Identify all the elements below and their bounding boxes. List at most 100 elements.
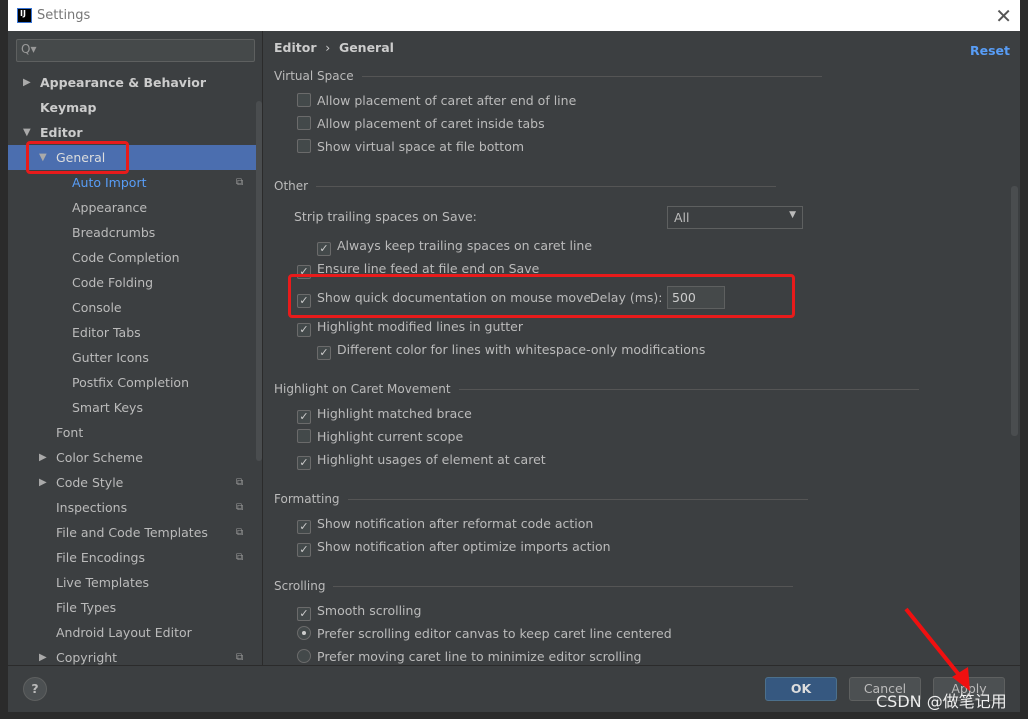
sidebar-item-android-layout-editor[interactable]: Android Layout Editor bbox=[8, 620, 256, 645]
sidebar-item-label: Android Layout Editor bbox=[56, 625, 192, 640]
highlight-box-general bbox=[26, 141, 129, 174]
option-c1[interactable]: ✓ Highlight matched brace bbox=[297, 405, 472, 424]
option-o4[interactable]: ✓ Highlight modified lines in gutter bbox=[297, 318, 523, 337]
option-label: Allow placement of caret after end of li… bbox=[317, 93, 577, 108]
section-virtual-space: Virtual Space bbox=[274, 69, 819, 83]
sidebar-item-breadcrumbs[interactable]: Breadcrumbs bbox=[8, 220, 256, 245]
section-formatting: Formatting bbox=[274, 492, 805, 506]
ok-button[interactable]: OK bbox=[765, 677, 837, 701]
checkbox[interactable]: ✓ bbox=[297, 456, 311, 470]
breadcrumb: Editor › General bbox=[274, 40, 394, 55]
option-vs3[interactable]: Show virtual space at file bottom bbox=[297, 138, 524, 156]
sidebar-item-label: Editor Tabs bbox=[72, 325, 141, 340]
sidebar-item-label: Code Folding bbox=[72, 275, 154, 290]
project-settings-icon: ⧉ bbox=[236, 527, 244, 538]
watermark: CSDN @做笔记用 bbox=[876, 692, 1007, 711]
option-s3[interactable]: Prefer moving caret line to minimize edi… bbox=[297, 648, 641, 664]
checkbox[interactable] bbox=[297, 139, 311, 153]
sidebar-item-label: Gutter Icons bbox=[72, 350, 149, 365]
option-label: Show notification after optimize imports… bbox=[317, 539, 611, 554]
project-settings-icon: ⧉ bbox=[236, 502, 244, 513]
sidebar-item-console[interactable]: Console bbox=[8, 295, 256, 320]
sidebar-item-font[interactable]: Font bbox=[8, 420, 256, 445]
project-settings-icon: ⧉ bbox=[236, 552, 244, 563]
option-vs1[interactable]: Allow placement of caret after end of li… bbox=[297, 92, 576, 110]
option-label: Highlight usages of element at caret bbox=[317, 452, 546, 467]
checkbox[interactable] bbox=[297, 93, 311, 107]
sidebar-item-code-style[interactable]: ▶ Code Style ⧉ bbox=[8, 470, 256, 495]
project-settings-icon: ⧉ bbox=[236, 177, 244, 188]
sidebar-item-appearance-behavior[interactable]: ▶ Appearance & Behavior bbox=[8, 70, 256, 95]
option-label: Highlight current scope bbox=[317, 429, 464, 444]
collapsed-arrow-icon[interactable]: ▶ bbox=[39, 445, 47, 470]
breadcrumb-editor[interactable]: Editor bbox=[274, 40, 317, 55]
chevron-down-icon: ▼ bbox=[789, 210, 796, 220]
option-s2[interactable]: Prefer scrolling editor canvas to keep c… bbox=[297, 625, 672, 643]
strip-trailing-dropdown[interactable]: All ▼ bbox=[667, 206, 803, 229]
help-button[interactable]: ? bbox=[23, 677, 47, 701]
dialog-footer: ? OK Cancel Apply bbox=[8, 665, 1020, 712]
strip-trailing-label: Strip trailing spaces on Save: bbox=[294, 209, 477, 224]
settings-dialog: IJ Settings ✕ Q▾ ▶ Appearance & Behavior K… bbox=[8, 0, 1020, 712]
highlight-box bbox=[288, 274, 795, 318]
option-vs2[interactable]: Allow placement of caret inside tabs bbox=[297, 115, 545, 133]
checkbox[interactable] bbox=[297, 429, 311, 443]
sidebar-item-file-types[interactable]: File Types bbox=[8, 595, 256, 620]
sidebar-item-label: Appearance & Behavior bbox=[40, 75, 206, 90]
sidebar-item-editor-tabs[interactable]: Editor Tabs bbox=[8, 320, 256, 345]
sidebar-item-code-completion[interactable]: Code Completion bbox=[8, 245, 256, 270]
annotation-arrow-icon bbox=[904, 607, 970, 691]
settings-sidebar: Q▾ ▶ Appearance & Behavior Keymap ▼ Editor ▼ G… bbox=[8, 31, 263, 665]
sidebar-item-keymap[interactable]: Keymap bbox=[8, 95, 256, 120]
checkbox[interactable]: ✓ bbox=[297, 323, 311, 337]
sidebar-item-color-scheme[interactable]: ▶ Color Scheme bbox=[8, 445, 256, 470]
sidebar-item-inspections[interactable]: Inspections ⧉ bbox=[8, 495, 256, 520]
sidebar-item-label: Code Style bbox=[56, 475, 124, 490]
checkbox[interactable]: ✓ bbox=[317, 242, 331, 256]
option-label: Show virtual space at file bottom bbox=[317, 139, 525, 154]
option-label: Smooth scrolling bbox=[317, 603, 422, 618]
checkbox[interactable] bbox=[297, 116, 311, 130]
checkbox[interactable]: ✓ bbox=[297, 520, 311, 534]
option-c2[interactable]: Highlight current scope bbox=[297, 428, 463, 446]
option-label: Highlight matched brace bbox=[317, 406, 472, 421]
collapsed-arrow-icon[interactable]: ▶ bbox=[23, 70, 31, 95]
option-label: Prefer scrolling editor canvas to keep c… bbox=[317, 626, 672, 641]
sidebar-item-appearance[interactable]: Appearance bbox=[8, 195, 256, 220]
search-input[interactable]: Q▾ bbox=[16, 39, 255, 62]
checkbox[interactable]: ✓ bbox=[317, 346, 331, 360]
radio-button[interactable] bbox=[297, 649, 311, 663]
content-scrollbar[interactable] bbox=[1011, 186, 1018, 436]
option-o1[interactable]: ✓ Always keep trailing spaces on caret li… bbox=[317, 237, 593, 256]
option-o5[interactable]: ✓ Different color for lines with whitespa… bbox=[317, 341, 705, 360]
reset-link[interactable]: Reset bbox=[970, 43, 1010, 58]
sidebar-item-live-templates[interactable]: Live Templates bbox=[8, 570, 256, 595]
sidebar-item-file-encodings[interactable]: File Encodings ⧉ bbox=[8, 545, 256, 570]
checkbox[interactable]: ✓ bbox=[297, 543, 311, 557]
option-label: Show notification after reformat code ac… bbox=[317, 516, 594, 531]
title-bar: IJ Settings ✕ bbox=[8, 0, 1020, 31]
sidebar-item-code-folding[interactable]: Code Folding bbox=[8, 270, 256, 295]
checkbox[interactable]: ✓ bbox=[297, 607, 311, 621]
sidebar-item-label: Postfix Completion bbox=[72, 375, 189, 390]
sidebar-scrollbar[interactable] bbox=[256, 101, 262, 461]
sidebar-item-label: Keymap bbox=[40, 100, 97, 115]
option-c3[interactable]: ✓ Highlight usages of element at caret bbox=[297, 451, 546, 470]
sidebar-item-label: Smart Keys bbox=[72, 400, 143, 415]
sidebar-item-label: Appearance bbox=[72, 200, 148, 215]
option-f1[interactable]: ✓ Show notification after reformat code a… bbox=[297, 515, 594, 534]
radio-button[interactable] bbox=[297, 626, 311, 640]
collapsed-arrow-icon[interactable]: ▶ bbox=[39, 470, 47, 495]
checkbox[interactable]: ✓ bbox=[297, 410, 311, 424]
option-f2[interactable]: ✓ Show notification after optimize import… bbox=[297, 538, 611, 557]
option-label: Always keep trailing spaces on caret lin… bbox=[337, 238, 593, 253]
sidebar-item-label: Live Templates bbox=[56, 575, 150, 590]
close-icon[interactable]: ✕ bbox=[995, 4, 1012, 28]
sidebar-item-gutter-icons[interactable]: Gutter Icons bbox=[8, 345, 256, 370]
sidebar-item-label: File Types bbox=[56, 600, 117, 615]
sidebar-item-postfix-completion[interactable]: Postfix Completion bbox=[8, 370, 256, 395]
breadcrumb-separator: › bbox=[325, 40, 331, 55]
option-s1[interactable]: ✓ Smooth scrolling bbox=[297, 602, 422, 621]
sidebar-item-file-and-code-templates[interactable]: File and Code Templates ⧉ bbox=[8, 520, 256, 545]
sidebar-item-smart-keys[interactable]: Smart Keys bbox=[8, 395, 256, 420]
